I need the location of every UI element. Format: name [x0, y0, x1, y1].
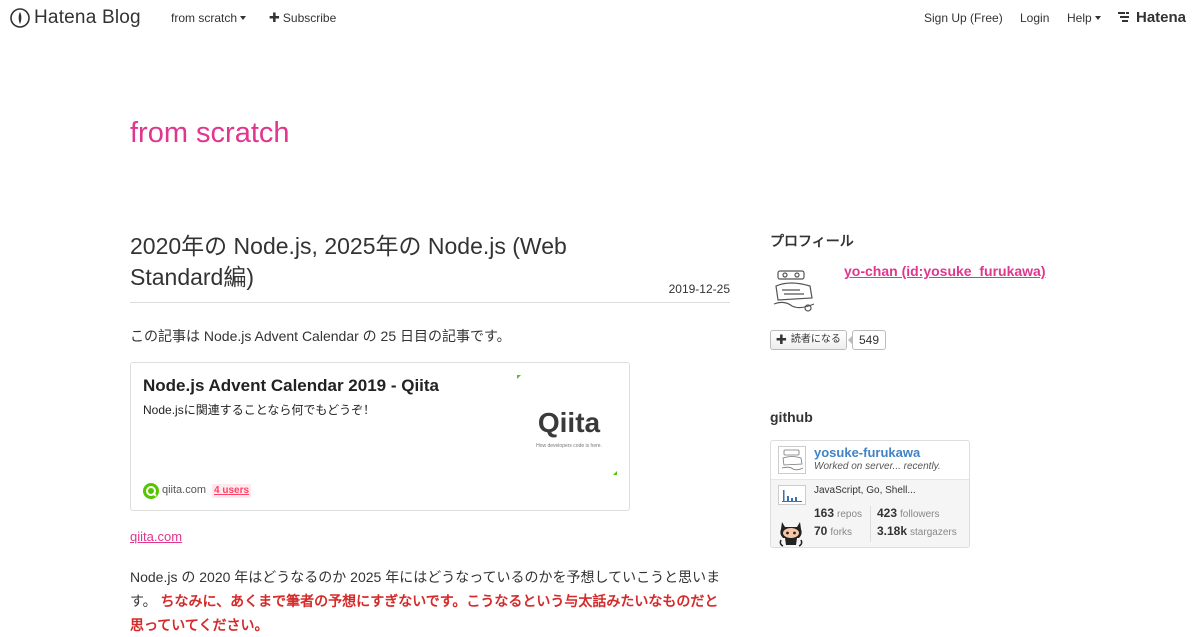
github-username[interactable]: yosuke-furukawa — [814, 445, 920, 460]
embed-thumb-logo: Qiita — [538, 407, 601, 438]
entry-main-paragraph: Node.js の 2020 年はどうなるのか 2025 年にはどうなっているの… — [130, 565, 730, 637]
caret-down-icon — [240, 15, 247, 20]
embed-bookmark-users[interactable]: 4 users — [212, 484, 252, 498]
plus-icon: ✚ — [269, 10, 280, 25]
help-dropdown[interactable]: Help — [1067, 11, 1101, 25]
cite-link[interactable]: qiita.com — [130, 529, 182, 544]
entry-intro-paragraph: この記事は Node.js Advent Calendar の 25 日目の記事… — [130, 328, 511, 344]
entry-header-divider — [130, 302, 730, 303]
embed-site[interactable]: qiita.com — [162, 484, 206, 496]
repos-value: 163 — [814, 506, 835, 520]
profile-heading: プロフィール — [770, 233, 854, 249]
followers-label: followers — [900, 509, 940, 520]
stargazers-label: stargazers — [910, 527, 957, 538]
hatena-menu[interactable]: Hatena — [1118, 9, 1186, 26]
embed-description: Node.jsに関連することなら何でもどうぞ！ — [143, 403, 376, 417]
octocat-icon — [779, 522, 803, 547]
followers-value: 423 — [877, 506, 898, 520]
github-stat-stargazers[interactable]: 3.18k stargazers — [877, 524, 957, 538]
forks-value: 70 — [814, 524, 828, 538]
github-card-stats: JavaScript, Go, Shell... 163 repos 70 fork… — [771, 480, 969, 547]
github-heading: github — [770, 409, 813, 425]
embed-card[interactable]: Node.js Advent Calendar 2019 - Qiita Nod… — [130, 362, 630, 511]
subscribe-reader-button[interactable]: ✚ 読者になる — [770, 330, 847, 350]
profile-name-link[interactable]: yo-chan (id:yosuke_furukawa) — [844, 263, 1046, 279]
subscribe-reader-label: 読者になる — [790, 334, 841, 345]
entry-date[interactable]: 2019-12-25 — [630, 282, 730, 296]
profile-avatar[interactable] — [770, 266, 818, 314]
language-chart-icon — [778, 485, 806, 505]
subscriber-count[interactable]: 549 — [847, 330, 887, 350]
stats-divider — [870, 506, 871, 542]
github-bio: Worked on server... recently. — [814, 461, 941, 472]
embed-thumb-tagline: How developers code is here. — [536, 443, 602, 449]
qiita-icon — [143, 483, 159, 499]
plus-icon: ✚ — [776, 332, 787, 347]
help-label: Help — [1067, 11, 1092, 25]
github-stat-followers[interactable]: 423 followers — [877, 506, 940, 520]
hatena-blog-logo-icon — [10, 8, 30, 28]
embed-thumbnail: Qiita How developers code is here. — [517, 375, 617, 475]
signup-link[interactable]: Sign Up (Free) — [924, 11, 1003, 25]
login-link[interactable]: Login — [1020, 11, 1049, 25]
github-languages: JavaScript, Go, Shell... — [814, 485, 916, 496]
github-card[interactable]: yosuke-furukawa Worked on server... rece… — [770, 440, 970, 548]
embed-title[interactable]: Node.js Advent Calendar 2019 - Qiita — [143, 376, 439, 396]
logo-text: Hatena Blog — [34, 7, 141, 28]
blog-menu-dropdown[interactable]: from scratch — [171, 11, 247, 25]
github-stat-repos[interactable]: 163 repos — [814, 506, 862, 520]
forks-label: forks — [830, 527, 853, 538]
github-avatar[interactable] — [778, 446, 806, 474]
blog-menu-label: from scratch — [171, 11, 238, 25]
github-stat-forks[interactable]: 70 forks — [814, 524, 852, 538]
github-card-header: yosuke-furukawa Worked on server... rece… — [771, 441, 969, 480]
caret-down-icon — [1094, 15, 1101, 20]
hatena-label: Hatena — [1136, 9, 1187, 26]
subscribe-label: Subscribe — [282, 11, 337, 25]
hatena-mark-icon — [1118, 11, 1129, 22]
entry-title[interactable]: 2020年の Node.js, 2025年の Node.js (Web Stan… — [130, 231, 650, 293]
repos-label: repos — [837, 509, 863, 520]
paragraph-strong-text: ちなみに、あくまで筆者の予想にすぎないです。こうなるという与太話みたいなものだと… — [130, 593, 719, 633]
global-header: Hatena Blog from scratch ✚ Subscribe Sign… — [0, 0, 1200, 36]
stargazers-value: 3.18k — [877, 524, 908, 538]
blog-title[interactable]: from scratch — [130, 115, 290, 151]
hatena-blog-logo[interactable]: Hatena Blog — [10, 7, 141, 29]
subscribe-link[interactable]: ✚ Subscribe — [269, 10, 337, 26]
